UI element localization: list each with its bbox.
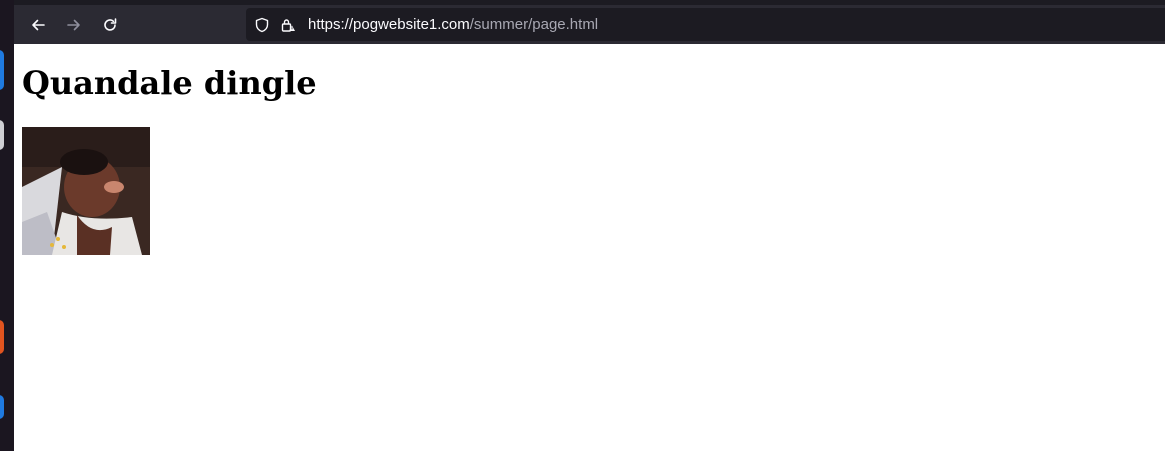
shield-icon[interactable] (252, 15, 272, 35)
dock-app-icon[interactable] (0, 120, 4, 150)
reload-icon (104, 18, 117, 31)
url-bar[interactable]: https://pogwebsite1.com/summer/page.html (246, 8, 1165, 41)
lock-warning-icon[interactable] (278, 15, 298, 35)
url-path: /summer/page.html (469, 16, 599, 33)
forward-button[interactable] (62, 13, 86, 37)
page-content: Quandale dingle (14, 44, 1165, 451)
dock-app-icon[interactable] (0, 320, 4, 354)
back-button[interactable] (26, 13, 50, 37)
dock-app-icon[interactable] (0, 50, 4, 90)
arrow-right-icon (67, 19, 80, 31)
dock-app-icon[interactable] (0, 395, 4, 419)
page-heading: Quandale dingle (22, 64, 317, 102)
desktop-dock (0, 0, 14, 451)
url-host: https://pogwebsite1.com (308, 16, 470, 33)
reload-button[interactable] (98, 13, 122, 37)
url-text[interactable]: https://pogwebsite1.com/summer/page.html (308, 16, 598, 33)
photo-image (22, 127, 150, 255)
browser-toolbar: https://pogwebsite1.com/summer/page.html (14, 0, 1165, 44)
arrow-left-icon (32, 19, 45, 31)
